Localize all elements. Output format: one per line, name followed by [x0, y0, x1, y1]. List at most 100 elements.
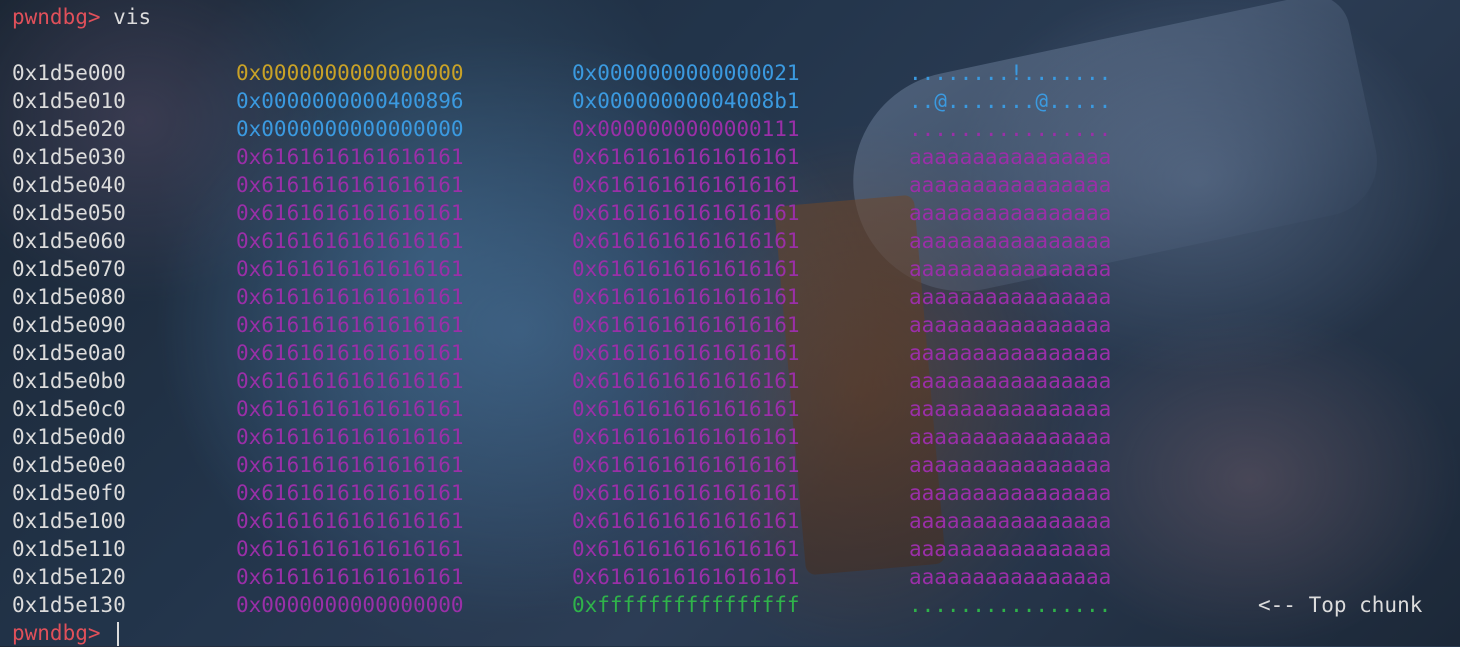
row-ascii: aaaaaaaaaaaaaaaa: [909, 425, 1112, 449]
row-address: 0x1d5e040: [12, 173, 126, 197]
row-qword-2: 0x00000000004008b1: [572, 89, 800, 113]
heap-row: 0x1d5e0a0 0x6161616161616161 0x61616161616…: [0, 339, 1460, 367]
row-ascii: aaaaaaaaaaaaaaaa: [909, 229, 1112, 253]
prompt: pwndbg>: [12, 5, 101, 29]
row-ascii: aaaaaaaaaaaaaaaa: [909, 201, 1112, 225]
row-address: 0x1d5e120: [12, 565, 126, 589]
row-address: 0x1d5e0e0: [12, 453, 126, 477]
row-address: 0x1d5e030: [12, 145, 126, 169]
row-qword-2: 0x6161616161616161: [572, 565, 800, 589]
command-text: vis: [113, 5, 152, 29]
row-ascii: aaaaaaaaaaaaaaaa: [909, 173, 1112, 197]
row-qword-1: 0x0000000000000000: [236, 61, 464, 85]
row-ascii: aaaaaaaaaaaaaaaa: [909, 369, 1112, 393]
top-chunk-label: <-- Top chunk: [1258, 593, 1423, 617]
row-ascii: aaaaaaaaaaaaaaaa: [909, 341, 1112, 365]
row-qword-2: 0x6161616161616161: [572, 173, 800, 197]
row-ascii: aaaaaaaaaaaaaaaa: [909, 481, 1112, 505]
row-qword-1: 0x6161616161616161: [236, 341, 464, 365]
row-qword-1: 0x6161616161616161: [236, 509, 464, 533]
row-qword-2: 0x6161616161616161: [572, 537, 800, 561]
heap-row: 0x1d5e060 0x6161616161616161 0x61616161616…: [0, 227, 1460, 255]
heap-row: 0x1d5e070 0x6161616161616161 0x61616161616…: [0, 255, 1460, 283]
heap-row: 0x1d5e000 0x0000000000000000 0x00000000000…: [0, 59, 1460, 87]
heap-row: 0x1d5e0f0 0x6161616161616161 0x61616161616…: [0, 479, 1460, 507]
row-ascii: aaaaaaaaaaaaaaaa: [909, 537, 1112, 561]
row-ascii: aaaaaaaaaaaaaaaa: [909, 313, 1112, 337]
row-ascii: aaaaaaaaaaaaaaaa: [909, 509, 1112, 533]
row-address: 0x1d5e050: [12, 201, 126, 225]
row-qword-2: 0x6161616161616161: [572, 285, 800, 309]
row-address: 0x1d5e0f0: [12, 481, 126, 505]
row-qword-2: 0x6161616161616161: [572, 369, 800, 393]
heap-row: 0x1d5e010 0x0000000000400896 0x00000000004…: [0, 87, 1460, 115]
heap-row: 0x1d5e030 0x6161616161616161 0x61616161616…: [0, 143, 1460, 171]
row-qword-1: 0x0000000000000000: [236, 117, 464, 141]
row-qword-1: 0x6161616161616161: [236, 481, 464, 505]
row-address: 0x1d5e0b0: [12, 369, 126, 393]
row-qword-2: 0x6161616161616161: [572, 481, 800, 505]
row-qword-2: 0x6161616161616161: [572, 341, 800, 365]
row-address: 0x1d5e0d0: [12, 425, 126, 449]
row-ascii: aaaaaaaaaaaaaaaa: [909, 145, 1112, 169]
row-address: 0x1d5e090: [12, 313, 126, 337]
row-qword-2: 0x0000000000000021: [572, 61, 800, 85]
heap-row: 0x1d5e080 0x6161616161616161 0x61616161616…: [0, 283, 1460, 311]
row-address: 0x1d5e0a0: [12, 341, 126, 365]
heap-row: 0x1d5e120 0x6161616161616161 0x61616161616…: [0, 563, 1460, 591]
row-qword-2: 0x6161616161616161: [572, 229, 800, 253]
row-qword-1: 0x6161616161616161: [236, 201, 464, 225]
row-ascii: aaaaaaaaaaaaaaaa: [909, 285, 1112, 309]
row-address: 0x1d5e070: [12, 257, 126, 281]
row-ascii: aaaaaaaaaaaaaaaa: [909, 257, 1112, 281]
row-ascii: aaaaaaaaaaaaaaaa: [909, 397, 1112, 421]
row-qword-2: 0x6161616161616161: [572, 257, 800, 281]
row-ascii: ........!.......: [909, 61, 1112, 85]
row-address: 0x1d5e100: [12, 509, 126, 533]
input-line[interactable]: pwndbg>: [12, 619, 120, 647]
row-ascii: aaaaaaaaaaaaaaaa: [909, 565, 1112, 589]
row-address: 0x1d5e130: [12, 593, 126, 617]
row-qword-2: 0x0000000000000111: [572, 117, 800, 141]
heap-row: 0x1d5e100 0x6161616161616161 0x61616161616…: [0, 507, 1460, 535]
heap-row: 0x1d5e0e0 0x6161616161616161 0x61616161616…: [0, 451, 1460, 479]
row-qword-1: 0x6161616161616161: [236, 313, 464, 337]
heap-row: 0x1d5e110 0x6161616161616161 0x61616161616…: [0, 535, 1460, 563]
row-ascii: ................: [909, 117, 1112, 141]
row-qword-1: 0x0000000000400896: [236, 89, 464, 113]
row-qword-2: 0x6161616161616161: [572, 201, 800, 225]
heap-row: 0x1d5e0d0 0x6161616161616161 0x61616161616…: [0, 423, 1460, 451]
terminal-window[interactable]: pwndbg> vis 0x1d5e000 0x0000000000000000 0…: [0, 0, 1460, 646]
row-qword-1: 0x6161616161616161: [236, 537, 464, 561]
heap-row: 0x1d5e050 0x6161616161616161 0x61616161616…: [0, 199, 1460, 227]
row-ascii: ..@.......@.....: [909, 89, 1112, 113]
row-qword-1: 0x6161616161616161: [236, 145, 464, 169]
row-qword-1: 0x6161616161616161: [236, 369, 464, 393]
row-qword-2: 0x6161616161616161: [572, 453, 800, 477]
row-qword-1: 0x6161616161616161: [236, 285, 464, 309]
row-qword-1: 0x6161616161616161: [236, 565, 464, 589]
row-qword-1: 0x6161616161616161: [236, 397, 464, 421]
prompt: pwndbg>: [12, 621, 101, 645]
row-qword-1: 0x0000000000000000: [236, 593, 464, 617]
heap-row: 0x1d5e0c0 0x6161616161616161 0x61616161616…: [0, 395, 1460, 423]
row-qword-1: 0x6161616161616161: [236, 257, 464, 281]
row-qword-1: 0x6161616161616161: [236, 173, 464, 197]
row-address: 0x1d5e020: [12, 117, 126, 141]
row-address: 0x1d5e0c0: [12, 397, 126, 421]
row-address: 0x1d5e110: [12, 537, 126, 561]
row-qword-2: 0x6161616161616161: [572, 425, 800, 449]
row-ascii: aaaaaaaaaaaaaaaa: [909, 453, 1112, 477]
row-address: 0x1d5e060: [12, 229, 126, 253]
row-address: 0x1d5e010: [12, 89, 126, 113]
row-qword-1: 0x6161616161616161: [236, 425, 464, 449]
row-qword-1: 0x6161616161616161: [236, 453, 464, 477]
row-address: 0x1d5e000: [12, 61, 126, 85]
row-qword-2: 0x6161616161616161: [572, 313, 800, 337]
row-qword-2: 0xffffffffffffffff: [572, 593, 800, 617]
text-cursor: [117, 622, 120, 646]
row-qword-2: 0x6161616161616161: [572, 145, 800, 169]
row-address: 0x1d5e080: [12, 285, 126, 309]
row-qword-1: 0x6161616161616161: [236, 229, 464, 253]
heap-row: 0x1d5e0b0 0x6161616161616161 0x61616161616…: [0, 367, 1460, 395]
